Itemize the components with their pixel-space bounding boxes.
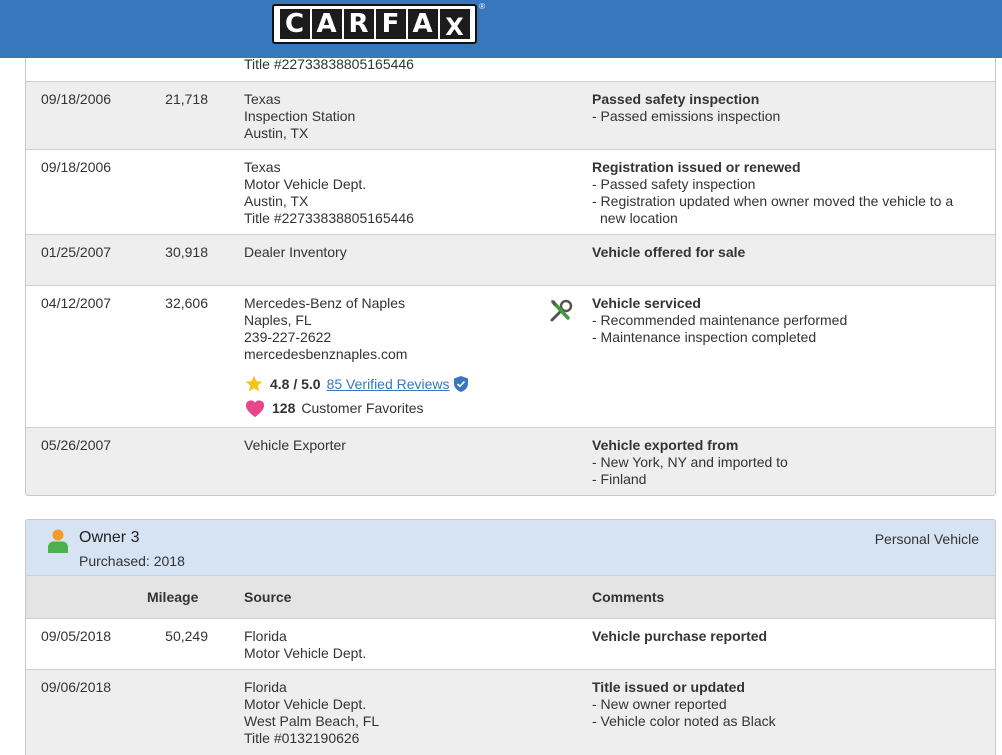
verified-badge-icon	[453, 376, 468, 392]
record-source: Texas Motor Vehicle Dept. Austin, TX Tit…	[244, 159, 414, 227]
comment-title: Title issued or updated	[592, 679, 745, 695]
registered-mark: ®	[479, 2, 485, 11]
record-date: 09/06/2018	[41, 679, 112, 695]
source-line: Dealer Inventory	[244, 244, 347, 260]
comment-bullet: - Vehicle color noted as Black	[592, 713, 776, 729]
comment-title: Vehicle serviced	[592, 295, 701, 311]
owner-vehicle-type: Personal Vehicle	[874, 531, 979, 547]
logo-letter: R	[343, 9, 374, 39]
record-source: Dealer Inventory	[244, 244, 347, 261]
wrench-screwdriver-icon	[550, 299, 573, 322]
carfax-logo[interactable]: C A R F A X ®	[272, 2, 485, 44]
record-date: 09/18/2006	[41, 91, 112, 107]
comment-bullet: - Passed safety inspection	[592, 176, 756, 192]
customer-favorites: 128 Customer Favorites	[244, 397, 468, 419]
comment-bullet: - New York, NY and imported to	[592, 454, 788, 470]
record-comments: Vehicle purchase reported	[592, 628, 972, 645]
source-line: Title #22733838805165446	[244, 56, 414, 72]
logo-letter: X	[439, 9, 470, 39]
favorites-count: 128	[272, 399, 296, 416]
dealer-phone: 239-227-2622	[244, 329, 332, 345]
table-row: 09/05/2018 50,249 Florida Motor Vehicle …	[26, 619, 995, 670]
record-date: 04/12/2007	[41, 295, 112, 311]
table-row: 09/06/2018 Florida Motor Vehicle Dept. W…	[26, 670, 995, 755]
record-source: Florida Motor Vehicle Dept.	[244, 628, 366, 662]
header-bar: C A R F A X ®	[0, 0, 1002, 58]
column-header-comments: Comments	[592, 589, 665, 605]
comment-title: Passed safety inspection	[592, 91, 760, 107]
comment-bullet: - Maintenance inspection completed	[592, 329, 817, 345]
column-header-mileage: Mileage	[147, 589, 199, 605]
comment-title: Vehicle purchase reported	[592, 628, 768, 644]
source-line: Austin, TX	[244, 193, 309, 209]
star-icon	[245, 375, 263, 392]
record-date: 01/25/2007	[41, 244, 112, 260]
comment-title: Registration issued or renewed	[592, 159, 801, 175]
verified-reviews-link[interactable]: 85 Verified Reviews	[327, 376, 450, 393]
source-line: Title #22733838805165446	[244, 210, 414, 226]
table-row: 09/18/2006 Texas Motor Vehicle Dept. Aus…	[26, 150, 995, 235]
person-icon	[48, 529, 68, 553]
source-line: Motor Vehicle Dept.	[244, 696, 367, 712]
logo-letter: F	[375, 9, 406, 39]
rating-value: 4.8 / 5.0	[270, 375, 321, 392]
record-mileage: 21,718	[165, 91, 208, 107]
owner-title: Owner 3	[79, 529, 140, 546]
record-comments: Vehicle exported from - New York, NY and…	[592, 437, 972, 488]
record-source: Florida Motor Vehicle Dept. West Palm Be…	[244, 679, 379, 747]
dealer-location: Naples, FL	[244, 312, 312, 328]
column-header-source: Source	[244, 589, 292, 605]
record-mileage: 30,918	[165, 244, 208, 260]
comment-bullet: - Recommended maintenance performed	[592, 312, 848, 328]
source-line: Texas	[244, 91, 281, 107]
carfax-report-page: C A R F A X ® Title #22733838805165446 0…	[0, 0, 1002, 755]
record-source: Texas Inspection Station Austin, TX	[244, 91, 355, 142]
comment-title: Vehicle exported from	[592, 437, 739, 453]
source-line: Inspection Station	[244, 108, 356, 124]
table-header: Mileage Source Comments	[26, 576, 995, 619]
record-comments: Vehicle serviced - Recommended maintenan…	[592, 295, 972, 346]
record-date: 05/26/2007	[41, 437, 112, 453]
record-source: Mercedes-Benz of Naples Naples, FL 239-2…	[244, 295, 468, 419]
dealer-name: Mercedes-Benz of Naples	[244, 295, 406, 311]
source-line: Florida	[244, 679, 287, 695]
owner-header: Owner 3 Purchased: 2018 Personal Vehicle	[26, 520, 995, 576]
dealer-rating: 4.8 / 5.0 85 Verified Reviews	[244, 373, 468, 395]
source-line: Austin, TX	[244, 125, 309, 141]
record-comments: Title issued or updated - New owner repo…	[592, 679, 972, 730]
logo-letter: C	[279, 9, 310, 39]
comment-bullet: - Passed emissions inspection	[592, 108, 781, 124]
dealer-website: mercedesbenznaples.com	[244, 346, 408, 362]
record-date: 09/05/2018	[41, 628, 112, 644]
table-row: 04/12/2007 32,606 Mercedes-Benz of Naple…	[26, 286, 995, 428]
table-row: 09/18/2006 21,718 Texas Inspection Stati…	[26, 82, 995, 150]
record-mileage: 50,249	[165, 628, 208, 644]
source-line: Motor Vehicle Dept.	[244, 176, 367, 192]
source-line: West Palm Beach, FL	[244, 713, 380, 729]
owner-2-history-card: Title #22733838805165446 09/18/2006 21,7…	[25, 0, 996, 496]
logo-letter: A	[407, 9, 438, 39]
record-date: 09/18/2006	[41, 159, 112, 175]
source-line: Title #0132190626	[244, 730, 360, 746]
owner-3-history-card: Owner 3 Purchased: 2018 Personal Vehicle…	[25, 519, 996, 755]
comment-bullet: - Finland	[592, 471, 647, 487]
owner-purchased: Purchased: 2018	[79, 553, 185, 569]
source-line: Florida	[244, 628, 287, 644]
table-row: 05/26/2007 Vehicle Exporter Vehicle expo…	[26, 428, 995, 495]
comment-bullet: - New owner reported	[592, 696, 727, 712]
source-line: Motor Vehicle Dept.	[244, 645, 367, 661]
source-line: Vehicle Exporter	[244, 437, 346, 453]
record-source: Vehicle Exporter	[244, 437, 346, 454]
table-row: 01/25/2007 30,918 Dealer Inventory Vehic…	[26, 235, 995, 286]
heart-icon	[245, 400, 265, 418]
record-comments: Vehicle offered for sale	[592, 244, 972, 261]
source-line: Texas	[244, 159, 281, 175]
record-comments: Passed safety inspection - Passed emissi…	[592, 91, 972, 125]
record-mileage: 32,606	[165, 295, 208, 311]
comment-title: Vehicle offered for sale	[592, 244, 746, 260]
favorites-label: Customer Favorites	[301, 399, 424, 416]
record-comments: Registration issued or renewed - Passed …	[592, 159, 972, 227]
logo-letter: A	[311, 9, 342, 39]
comment-bullet: - Registration updated when owner moved …	[592, 193, 954, 226]
